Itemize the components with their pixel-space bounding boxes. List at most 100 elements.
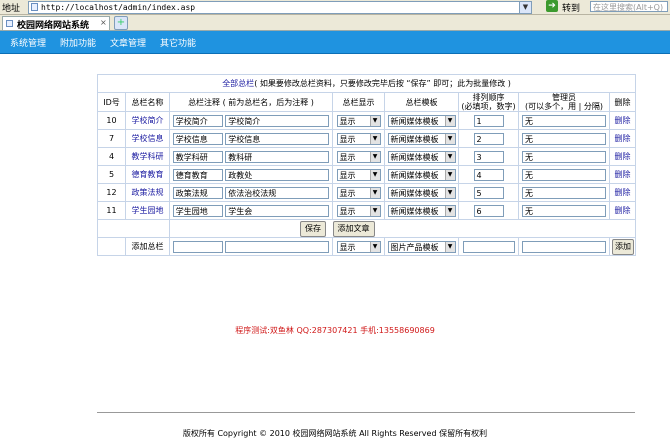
note-text-input[interactable]: 教科研 <box>225 150 330 163</box>
admin-input[interactable]: 无 <box>522 132 606 145</box>
url-input[interactable]: http://localhost/admin/index.asp ▼ <box>28 1 532 14</box>
category-name[interactable]: 学生园地 <box>125 201 170 220</box>
delete-link[interactable]: 删除 <box>608 147 637 166</box>
template-select[interactable]: 新闻媒体模板 ▼ <box>387 132 456 145</box>
new-tab-button[interactable]: + <box>114 16 128 30</box>
add-spacer <box>97 237 126 256</box>
order-input[interactable]: 6 <box>473 204 504 217</box>
tab-title[interactable]: 校园网络网站系统 <box>17 18 89 31</box>
add-category-row: 添加总栏 显示 ▼ 图片产品模板 ▼ 添加 <box>97 237 637 256</box>
chevron-down-icon[interactable]: ▼ <box>444 151 455 162</box>
display-select[interactable]: 显示 ▼ <box>336 114 381 127</box>
category-name[interactable]: 教学科研 <box>125 147 170 166</box>
new-display-select[interactable]: 显示 ▼ <box>336 240 381 253</box>
chevron-down-icon[interactable]: ▼ <box>369 151 380 162</box>
display-select[interactable]: 显示 ▼ <box>336 132 381 145</box>
note-name-input[interactable]: 学校简介 <box>172 114 223 127</box>
display-select[interactable]: 显示 ▼ <box>336 168 381 181</box>
admin-input[interactable]: 无 <box>522 114 606 127</box>
delete-link[interactable]: 删除 <box>608 165 637 184</box>
template-select[interactable]: 新闻媒体模板 ▼ <box>387 150 456 163</box>
chevron-down-icon[interactable]: ▼ <box>444 115 455 126</box>
note-name-input[interactable]: 学校信息 <box>172 132 223 145</box>
chevron-down-icon[interactable]: ▼ <box>444 241 455 252</box>
admin-input[interactable]: 无 <box>522 150 606 163</box>
nav-item-system[interactable]: 系统管理 <box>10 36 46 49</box>
url-text[interactable]: http://localhost/admin/index.asp <box>41 2 195 13</box>
display-select[interactable]: 显示 ▼ <box>336 186 381 199</box>
save-button[interactable]: 保存 <box>300 220 326 237</box>
category-name[interactable]: 德育教育 <box>125 165 170 184</box>
col-id: ID号 <box>97 92 126 112</box>
delete-link[interactable]: 删除 <box>608 111 637 130</box>
template-select[interactable]: 新闻媒体模板 ▼ <box>387 186 456 199</box>
chevron-down-icon[interactable]: ▼ <box>444 205 455 216</box>
order-input[interactable]: 4 <box>473 168 504 181</box>
note-text-input[interactable]: 政教处 <box>225 168 330 181</box>
chevron-down-icon[interactable]: ▼ <box>444 133 455 144</box>
chevron-down-icon[interactable]: ▼ <box>369 169 380 180</box>
order-input[interactable]: 5 <box>473 186 504 199</box>
order-cell: 5 <box>458 183 519 202</box>
delete-link[interactable]: 删除 <box>608 201 637 220</box>
note-name-input[interactable]: 学生园地 <box>172 204 223 217</box>
new-note-text-input[interactable] <box>225 240 330 253</box>
template-cell: 新闻媒体模板 ▼ <box>384 165 459 184</box>
all-categories-link[interactable]: 全部总栏 <box>222 79 254 88</box>
search-input[interactable]: 在这里搜索(Alt+Q) <box>590 1 668 12</box>
admin-input[interactable]: 无 <box>522 168 606 181</box>
admin-input[interactable]: 无 <box>522 186 606 199</box>
note-name-input[interactable]: 政策法规 <box>172 186 223 199</box>
display-select[interactable]: 显示 ▼ <box>336 204 381 217</box>
action-cell: 保存 添加文章 <box>168 219 637 238</box>
chevron-down-icon[interactable]: ▼ <box>444 187 455 198</box>
chevron-down-icon[interactable]: ▼ <box>369 205 380 216</box>
nav-item-articles[interactable]: 文章管理 <box>110 36 146 49</box>
chevron-down-icon[interactable]: ▼ <box>369 133 380 144</box>
category-name[interactable]: 政策法规 <box>125 183 170 202</box>
delete-link[interactable]: 删除 <box>608 183 637 202</box>
nav-item-extra[interactable]: 附加功能 <box>60 36 96 49</box>
close-icon[interactable]: × <box>100 18 107 27</box>
nav-item-other[interactable]: 其它功能 <box>160 36 196 49</box>
note-name-input[interactable]: 教学科研 <box>172 150 223 163</box>
new-template-select[interactable]: 图片产品模板 ▼ <box>387 240 456 253</box>
display-value: 显示 <box>339 188 356 198</box>
chevron-down-icon[interactable]: ▼ <box>369 115 380 126</box>
template-value: 新闻媒体模板 <box>390 152 439 162</box>
add-article-button[interactable]: 添加文章 <box>332 220 375 237</box>
chevron-down-icon[interactable]: ▼ <box>369 241 380 252</box>
add-button[interactable]: 添加 <box>612 238 634 255</box>
chevron-down-icon[interactable]: ▼ <box>519 2 531 13</box>
arrow-right-icon[interactable]: ➔ <box>546 0 558 12</box>
chevron-down-icon[interactable]: ▼ <box>444 169 455 180</box>
add-template-cell: 图片产品模板 ▼ <box>384 237 459 256</box>
new-template-value: 图片产品模板 <box>390 242 439 252</box>
note-text-input[interactable]: 学校信息 <box>225 132 330 145</box>
new-admin-input[interactable] <box>522 240 606 253</box>
category-table: 全部总栏( 如果要修改总栏资料，只要修改完毕后按 “保存” 即可；此为批量修改 … <box>96 74 637 256</box>
template-cell: 新闻媒体模板 ▼ <box>384 111 459 130</box>
order-input[interactable]: 1 <box>473 114 504 127</box>
go-label[interactable]: 转到 <box>562 1 580 14</box>
order-input[interactable]: 3 <box>473 150 504 163</box>
admin-input[interactable]: 无 <box>522 204 606 217</box>
delete-link[interactable]: 删除 <box>608 129 637 148</box>
note-name-input[interactable]: 德育教育 <box>172 168 223 181</box>
new-note-name-input[interactable] <box>172 240 223 253</box>
note-text-input[interactable]: 学校简介 <box>225 114 330 127</box>
category-name[interactable]: 学校信息 <box>125 129 170 148</box>
go-button[interactable]: ➔ 转到 <box>546 0 586 14</box>
template-select[interactable]: 新闻媒体模板 ▼ <box>387 168 456 181</box>
note-text-input[interactable]: 依法治校法规 <box>225 186 330 199</box>
browser-tab[interactable]: 校园网络网站系统 × <box>2 16 110 31</box>
chevron-down-icon[interactable]: ▼ <box>369 187 380 198</box>
template-select[interactable]: 新闻媒体模板 ▼ <box>387 204 456 217</box>
new-order-input[interactable] <box>462 240 515 253</box>
category-panel: 全部总栏( 如果要修改总栏资料，只要修改完毕后按 “保存” 即可；此为批量修改 … <box>96 74 637 256</box>
category-name[interactable]: 学校简介 <box>125 111 170 130</box>
order-input[interactable]: 2 <box>473 132 504 145</box>
note-text-input[interactable]: 学生会 <box>225 204 330 217</box>
display-select[interactable]: 显示 ▼ <box>336 150 381 163</box>
template-select[interactable]: 新闻媒体模板 ▼ <box>387 114 456 127</box>
